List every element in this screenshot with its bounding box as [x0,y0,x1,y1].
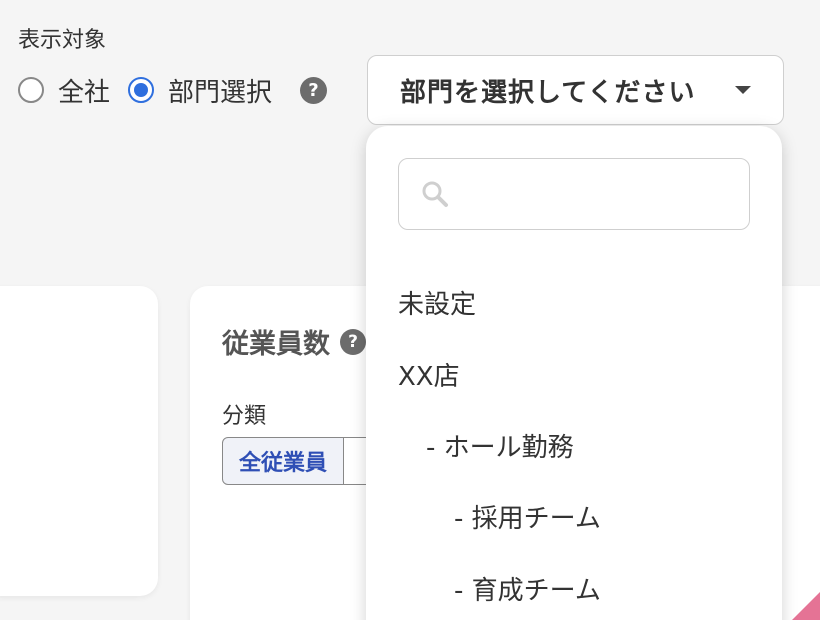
segment-all-employees[interactable]: 全従業員 [222,437,345,485]
caret-down-icon [735,86,751,94]
left-card [0,286,158,596]
dropdown-option[interactable]: 未設定 [398,284,476,321]
dropdown-search-input[interactable] [459,174,729,214]
category-label: 分類 [222,404,267,429]
department-select[interactable]: 部門を選択してください [367,55,784,125]
dropdown-option[interactable]: - 育成チーム [454,570,601,607]
radio-all-company-label[interactable]: 全社 [58,72,110,109]
category-segmented-control: 全従業員 [222,437,385,485]
display-target-label: 表示対象 [18,28,107,53]
employee-count-title-row: 従業員数 ? [222,322,366,361]
dropdown-option[interactable]: - ホール勤務 [426,427,574,464]
radio-all-company[interactable] [18,77,44,103]
dropdown-option[interactable]: - 採用チーム [454,498,601,535]
radio-department-select-label[interactable]: 部門選択 [168,72,272,109]
radio-department-select[interactable] [128,77,155,103]
department-dropdown-menu: 未設定 XX店 - ホール勤務 - 採用チーム - 育成チーム [366,126,782,620]
decorative-corner [792,592,820,620]
help-icon[interactable]: ? [300,76,328,104]
dropdown-search-box[interactable] [398,158,750,230]
department-select-placeholder: 部門を選択してください [400,77,696,108]
display-target-radio-group: 全社 部門選択 ? [18,72,328,109]
employee-count-title: 従業員数 [222,329,330,360]
radio-selected-dot [134,83,149,97]
help-icon[interactable]: ? [340,328,366,355]
search-icon [422,181,448,207]
dropdown-option[interactable]: XX店 [398,356,460,393]
